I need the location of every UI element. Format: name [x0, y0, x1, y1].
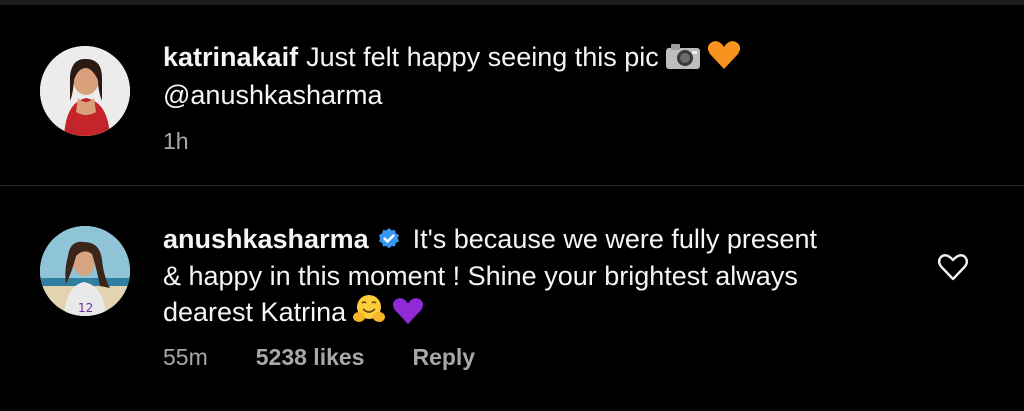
avatar[interactable]: 12	[40, 226, 130, 316]
hugging-face-emoji	[352, 293, 386, 333]
comment-time: 55m	[163, 344, 208, 370]
comment-text: katrinakaif Just felt happy seeing this p…	[163, 40, 741, 112]
comment-text-line1: It's because we were fully present	[412, 224, 817, 254]
comment-username[interactable]: katrinakaif	[163, 42, 298, 72]
likes-count[interactable]: 5238 likes	[256, 344, 365, 370]
comment-time: 1h	[163, 128, 189, 154]
divider	[0, 185, 1024, 186]
svg-text:12: 12	[78, 301, 93, 315]
comment-text-line3: dearest Katrina	[163, 297, 347, 327]
comment-meta: 1h	[163, 128, 237, 155]
heart-outline-icon[interactable]	[937, 252, 969, 282]
avatar[interactable]	[40, 46, 130, 136]
comment-text: anushkasharma It's because we were fully …	[163, 222, 817, 333]
comment-text-line2: & happy in this moment ! Shine your brig…	[163, 261, 798, 291]
comment-username[interactable]: anushkasharma	[163, 224, 369, 254]
comment-mention[interactable]: @anushkasharma	[163, 80, 383, 110]
orange-heart-emoji	[707, 40, 741, 78]
top-bar	[0, 0, 1024, 5]
camera-emoji	[665, 42, 701, 78]
verified-badge-icon	[377, 225, 401, 259]
purple-heart-emoji	[392, 297, 424, 333]
comment-meta: 55m 5238 likes Reply	[163, 344, 523, 371]
comment-text-line1: Just felt happy seeing this pic	[306, 42, 659, 72]
reply-button[interactable]: Reply	[412, 344, 475, 370]
